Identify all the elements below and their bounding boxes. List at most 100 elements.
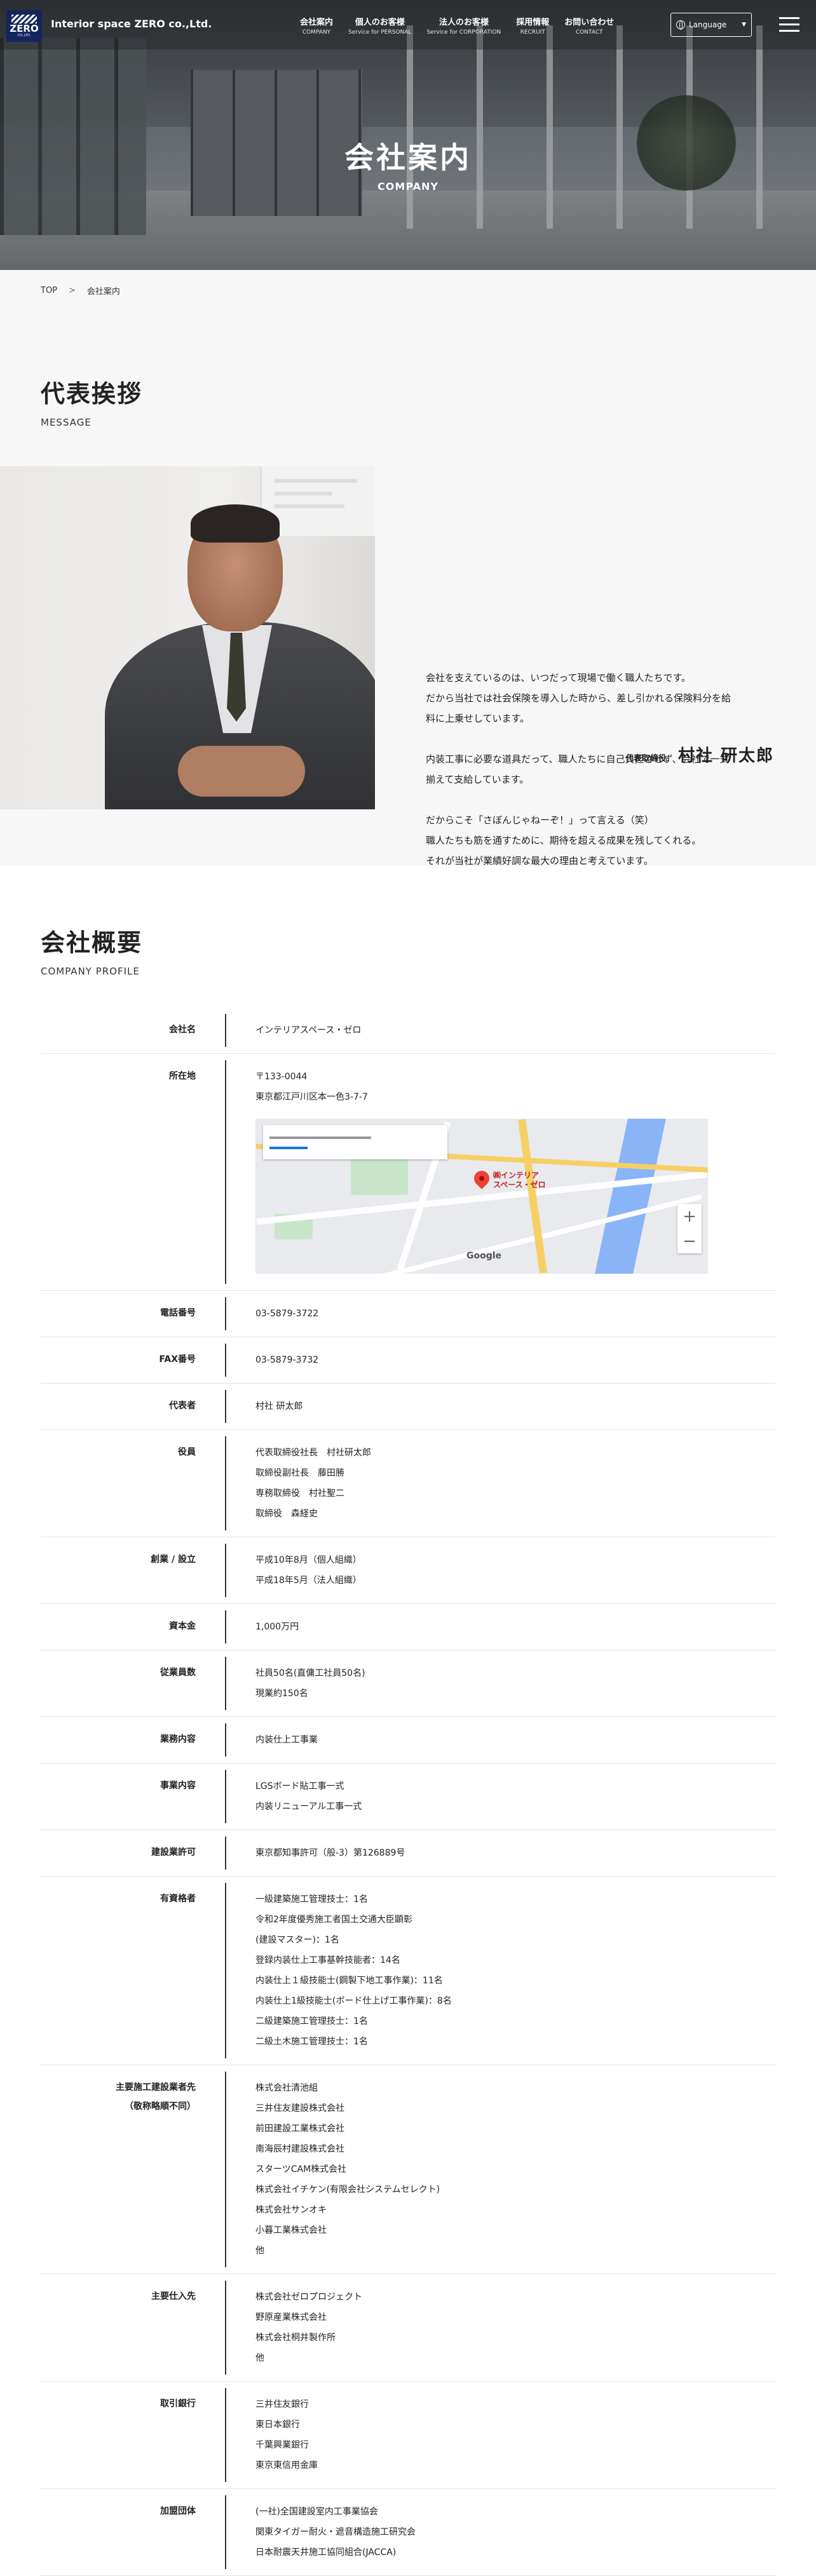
profile-row-label: 創業 / 設立 xyxy=(41,1537,225,1603)
nav-recruit[interactable]: 採用情報 RECRUIT xyxy=(508,15,557,36)
breadcrumb-current: 会社案内 xyxy=(86,287,120,297)
nav-label: 会社案内 xyxy=(300,18,334,27)
profile-row: FAX番号 03-5879-3732 xyxy=(41,1337,775,1384)
profile-label-line: 役員 xyxy=(178,1447,196,1457)
profile-value-line: 株式会社桐井製作所 xyxy=(255,2333,336,2343)
profile-value-line: 内装仕上工事業 xyxy=(255,1735,318,1745)
profile-value-line: 平成18年5月（法人組織） xyxy=(255,1575,362,1586)
profile-row-value: インテリアスペース・ゼロ xyxy=(225,1014,775,1047)
message-signature: 代表取締役 村社 研太郎 xyxy=(625,743,774,766)
company-logo[interactable]: ZERO CO.,LTD. xyxy=(6,10,42,42)
zoom-out-button[interactable]: − xyxy=(683,1233,697,1250)
profile-value-line: 東京東信用金庫 xyxy=(255,2460,318,2471)
profile-row: 創業 / 設立 平成10年8月（個人組織） 平成18年5月（法人組織） xyxy=(41,1537,775,1604)
profile-label-line: 主要仕入先 xyxy=(151,2291,196,2302)
profile-row: 会社名 インテリアスペース・ゼロ xyxy=(41,1008,775,1054)
profile-label-line: 建設業許可 xyxy=(151,1847,196,1858)
globe-icon xyxy=(676,20,685,30)
breadcrumb: TOP > 会社案内 xyxy=(0,270,816,311)
nav-label-en: CONTACT xyxy=(575,29,603,36)
nav-label: 個人のお客様 xyxy=(355,18,405,27)
language-select[interactable]: Language ▼ xyxy=(670,13,752,37)
message-line: だから当社では社会保険を導入した時から、差し引かれる保険料分を給 xyxy=(426,692,731,704)
hamburger-menu-icon[interactable] xyxy=(779,17,799,32)
section-title-en: MESSAGE xyxy=(41,417,92,428)
profile-value-line: 03-5879-3732 xyxy=(255,1355,319,1365)
location-map[interactable]: ㈱インテリア スペース・ゼロ + − Google xyxy=(255,1119,708,1274)
nav-label-en: RECRUIT xyxy=(520,29,545,36)
profile-label-line: 資本金 xyxy=(169,1621,196,1631)
hero: ZERO CO.,LTD. Interior space ZERO co.,Lt… xyxy=(0,0,816,270)
profile-value-line: 内装リニューアル工事一式 xyxy=(255,1802,362,1812)
message-paragraph-3: だからこそ「さぼんじゃねーぞ！」って言える（笑） 職人たちも筋を通すために、期待… xyxy=(426,810,782,871)
profile-value-line: 二級土木施工管理技士：1名 xyxy=(255,2037,368,2047)
profile-value-line: 小暮工業株式会社 xyxy=(255,2225,327,2235)
breadcrumb-top-link[interactable]: TOP xyxy=(41,286,57,295)
profile-value-line: 〒133-0044 xyxy=(255,1072,308,1082)
hero-title-block: 会社案内 COMPANY xyxy=(0,135,816,192)
profile-row-value: 株式会社ゼロプロジェクト 野原産業株式会社 株式会社桐井製作所他 xyxy=(225,2281,775,2375)
profile-row-value: 社員50名(直傭工社員50名) 現業約150名 xyxy=(225,1657,775,1710)
nav-label-en: Service for CORPORATION xyxy=(426,29,501,36)
photo-hands xyxy=(178,746,305,797)
profile-label-line: 代表者 xyxy=(169,1401,196,1411)
profile-row: 有資格者 一級建築施工管理技士：1名 令和2年度優秀施工者国土交通大臣顕彰 (建設マス… xyxy=(41,1877,775,2065)
section-title: 代表挨拶 xyxy=(41,380,143,408)
profile-value-line: 登録内装仕上工事基幹技能者：14名 xyxy=(255,1955,400,1966)
profile-value-line: (一社)全国建設室内工事業協会 xyxy=(255,2507,378,2517)
profile-value-line: 東日本銀行 xyxy=(255,2420,300,2430)
profile-row-value: LGSボード貼工事一式内装リニューアル工事一式 xyxy=(225,1770,775,1823)
profile-value-line: 村社 研太郎 xyxy=(255,1401,303,1412)
profile-value-line: 二級建築施工管理技士：1名 xyxy=(255,2016,368,2026)
profile-row: 所在地 〒133-0044 東京都江戸川区本一色3-7-7 ㈱インテリア スペース・… xyxy=(41,1054,775,1291)
profile-row-value: 三井住友銀行 東日本銀行 千葉興業銀行 東京東信用金庫 xyxy=(225,2388,775,2482)
profile-row: 役員 代表取締役社長 村社研太郎 取締役副社長 藤田勝 専務取締役 村社聖二 取締役 森… xyxy=(41,1430,775,1537)
signature-name: 村社 研太郎 xyxy=(677,746,774,765)
map-pin-icon[interactable] xyxy=(471,1168,493,1189)
company-name[interactable]: Interior space ZERO co.,Ltd. xyxy=(51,18,212,30)
nav-contact[interactable]: お問い合わせ CONTACT xyxy=(557,15,622,36)
profile-row: 電話番号 03-5879-3722 xyxy=(41,1291,775,1337)
profile-row: 従業員数 社員50名(直傭工社員50名) 現業約150名 xyxy=(41,1650,775,1717)
photo-hair xyxy=(191,504,280,543)
profile-label-line: 有資格者 xyxy=(160,1894,196,1904)
profile-value-line: 平成10年8月（個人組織） xyxy=(255,1555,362,1565)
profile-row-value: 一級建築施工管理技士：1名 令和2年度優秀施工者国土交通大臣顕彰 (建設マスター)：… xyxy=(225,1883,775,2058)
profile-row-label: 有資格者 xyxy=(41,1877,225,2065)
profile-value-line: 日本耐震天井施工協同組合(JACCA) xyxy=(255,2547,397,2558)
profile-row-label: 資本金 xyxy=(41,1604,225,1650)
profile-value-line: 南海辰村建設株式会社 xyxy=(255,2144,344,2154)
profile-value-line: LGSボード貼工事一式 xyxy=(255,1781,344,1791)
nav-company[interactable]: 会社案内 COMPANY xyxy=(292,15,341,36)
nav-label-en: COMPANY xyxy=(302,29,331,36)
zoom-in-button[interactable]: + xyxy=(683,1208,697,1225)
profile-value-line: 三井住友銀行 xyxy=(255,2399,309,2410)
message-line: 会社を支えているのは、いつだって現場で働く職人たちです。 xyxy=(426,672,691,684)
site-header: ZERO CO.,LTD. Interior space ZERO co.,Lt… xyxy=(0,0,816,50)
nav-corporation[interactable]: 法人のお客様 Service for CORPORATION xyxy=(419,15,508,36)
nav-personal[interactable]: 個人のお客様 Service for PERSONAL xyxy=(341,15,419,36)
profile-row-label: 役員 xyxy=(41,1430,225,1537)
profile-row-value: 平成10年8月（個人組織） 平成18年5月（法人組織） xyxy=(225,1544,775,1597)
message-line: だからこそ「さぼんじゃねーぞ！」って言える（笑） xyxy=(426,814,654,826)
profile-value-line: 1,000万円 xyxy=(255,1622,299,1632)
google-logo: Google xyxy=(466,1251,502,1261)
profile-row-label: 所在地 xyxy=(41,1054,225,1290)
message-line: 職人たちも筋を通すために、期待を超える成果を残してくれる。 xyxy=(426,835,702,846)
profile-row: 建設業許可 東京都知事許可（般-3）第126889号 xyxy=(41,1830,775,1877)
profile-value-line: 専務取締役 村社聖二 xyxy=(255,1488,344,1499)
map-info-card[interactable] xyxy=(263,1125,447,1159)
profile-value-line: 内装仕上1級技能士(ボード仕上げ工事作業)：8名 xyxy=(255,1996,452,2006)
profile-label-line: 主要施工建設業者先 xyxy=(116,2082,196,2093)
message-section: 代表挨拶 MESSAGE 会社を支えているのは、いつだって現場で働く職人たちです… xyxy=(0,311,816,867)
page-subtitle: COMPANY xyxy=(377,180,439,192)
signature-role: 代表取締役 xyxy=(625,754,667,764)
profile-row-value: 03-5879-3732 xyxy=(225,1344,775,1377)
profile-value-line: 取締役副社長 藤田勝 xyxy=(255,1468,344,1478)
nav-label: 採用情報 xyxy=(516,18,550,27)
profile-table: 会社名 インテリアスペース・ゼロ 所在地 〒133-0044 東京都江戸川区本一色3-7… xyxy=(41,1008,775,2576)
profile-label-line: （敬称略順不同） xyxy=(125,2101,196,2112)
chevron-down-icon: ▼ xyxy=(742,22,746,28)
profile-row-value: 03-5879-3722 xyxy=(225,1297,775,1330)
profile-row: 主要施工建設業者先 （敬称略順不同） 株式会社清池組 三井住友建設株式会社 前田建設工業… xyxy=(41,2065,775,2274)
